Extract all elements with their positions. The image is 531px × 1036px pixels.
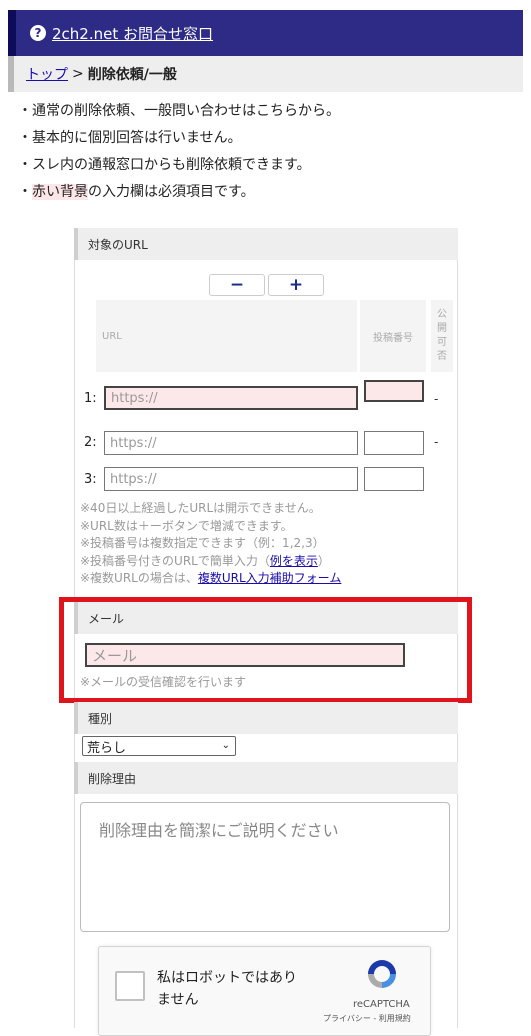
row-number: 2: bbox=[84, 435, 97, 450]
breadcrumb: トップ > 削除依頼/一般 bbox=[8, 56, 523, 92]
hint-text: ※投稿番号付きのURLで簡単入力（ bbox=[80, 553, 270, 568]
note-line: ・基本的に個別回答は行いません。 bbox=[18, 130, 242, 146]
public-column-header: 公開可否 bbox=[431, 300, 453, 372]
url-input-3[interactable]: https:// bbox=[104, 467, 358, 491]
public-value-1: - bbox=[434, 392, 439, 406]
row-number: 3: bbox=[84, 472, 97, 487]
row-number: 1: bbox=[84, 391, 97, 406]
recaptcha-label-line: 私はロボットではあり bbox=[157, 970, 297, 986]
public-value-2: - bbox=[434, 435, 439, 449]
note-line: ・赤い背景の入力欄は必須項目です。 bbox=[18, 179, 340, 206]
required-highlight-text: 赤い背景 bbox=[32, 184, 88, 200]
url-input-1[interactable]: https:// bbox=[104, 386, 358, 410]
recaptcha-label: 私はロボットではあり ません bbox=[157, 967, 297, 1011]
recaptcha-label-line: ません bbox=[157, 992, 199, 1008]
recaptcha-logo-icon bbox=[368, 960, 396, 988]
mail-highlight-box bbox=[59, 597, 472, 703]
url-hints: ※40日以上経過したURLは開示できません。 ※URL数は＋ーボタンで増減できま… bbox=[80, 500, 341, 588]
hint-text: ） bbox=[317, 553, 330, 568]
recaptcha-brand: reCAPTCHA bbox=[353, 999, 410, 1010]
header-accent-bar bbox=[8, 10, 16, 56]
url-section-heading: 対象のURL bbox=[74, 228, 458, 260]
breadcrumb-home-link[interactable]: トップ bbox=[26, 64, 68, 84]
type-select[interactable]: 荒らし ⌄ bbox=[82, 736, 236, 756]
site-header: ? 2ch2.net お問合せ窓口 bbox=[8, 10, 523, 56]
header-title-link[interactable]: 2ch2.net お問合せ窓口 bbox=[52, 23, 213, 44]
note-line: ・通常の削除依頼、一般問い合わせはこちらから。 bbox=[18, 103, 340, 119]
reason-section-heading: 削除理由 bbox=[74, 762, 458, 794]
post-number-column-header: 投稿番号 bbox=[360, 300, 426, 372]
post-number-input-2[interactable] bbox=[364, 431, 424, 455]
add-url-button[interactable]: + bbox=[268, 274, 324, 296]
breadcrumb-current: 削除依頼/一般 bbox=[87, 67, 177, 83]
url-column-header: URL bbox=[96, 300, 357, 372]
show-example-link[interactable]: 例を表示 bbox=[270, 554, 318, 568]
recaptcha-checkbox[interactable] bbox=[115, 971, 145, 1001]
post-number-input-1[interactable] bbox=[364, 380, 424, 402]
hint-line: ※40日以上経過したURLは開示できません。 bbox=[80, 501, 321, 515]
reason-textarea[interactable]: 削除理由を簡潔にご説明ください bbox=[80, 802, 450, 932]
multi-url-form-link[interactable]: 複数URL入力補助フォーム bbox=[198, 571, 341, 585]
hint-line: ※URL数は＋ーボタンで増減できます。 bbox=[80, 518, 293, 533]
hint-line: ※投稿番号は複数指定できます（例：1,2,3） bbox=[80, 536, 325, 550]
question-circle-icon: ? bbox=[30, 25, 46, 41]
note-suffix: の入力欄は必須項目です。 bbox=[88, 184, 255, 200]
breadcrumb-separator: > bbox=[72, 66, 84, 82]
url-input-2[interactable]: https:// bbox=[104, 431, 358, 455]
hint-line: ※複数URLの場合は、複数URL入力補助フォーム bbox=[80, 570, 341, 588]
hint-line: ※投稿番号付きのURLで簡単入力（例を表示） bbox=[80, 553, 341, 571]
intro-notes: ・通常の削除依頼、一般問い合わせはこちらから。 ・基本的に個別回答は行いません。… bbox=[18, 98, 340, 206]
note-prefix: ・ bbox=[18, 184, 32, 200]
post-number-input-3[interactable] bbox=[364, 467, 424, 491]
note-line: ・スレ内の通報窓口からも削除依頼できます。 bbox=[18, 157, 311, 173]
type-select-value: 荒らし bbox=[87, 740, 127, 756]
chevron-down-icon: ⌄ bbox=[221, 740, 230, 751]
type-section-heading: 種別 bbox=[74, 702, 458, 734]
hint-text: ※複数URLの場合は、 bbox=[80, 571, 198, 585]
recaptcha-widget: 私はロボットではあり ません reCAPTCHA プライバシー - 利用規約 bbox=[98, 946, 431, 1036]
remove-url-button[interactable]: − bbox=[209, 274, 265, 296]
recaptcha-terms-link[interactable]: プライバシー - 利用規約 bbox=[323, 1013, 411, 1024]
